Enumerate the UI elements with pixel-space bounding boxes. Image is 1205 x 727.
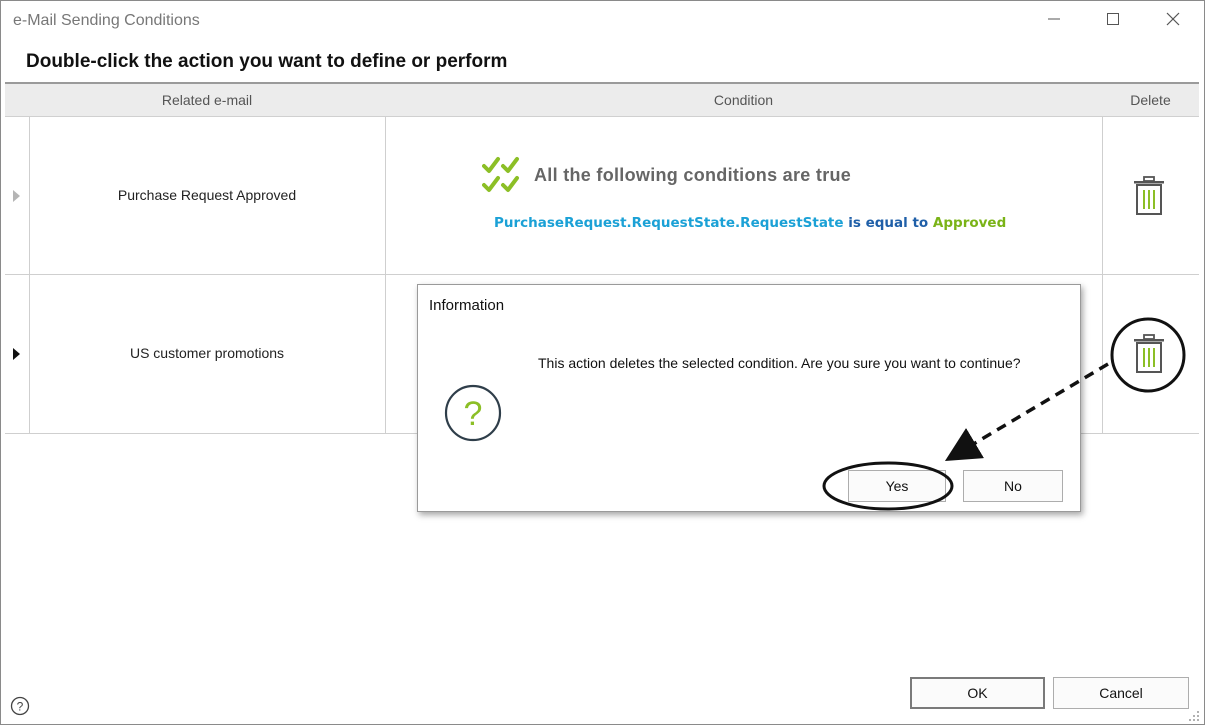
- dialog-message: This action deletes the selected conditi…: [538, 355, 1021, 371]
- double-check-icon: [482, 156, 522, 201]
- maximize-icon: [1106, 12, 1120, 31]
- row-selector[interactable]: [5, 117, 29, 274]
- trash-icon: [1131, 334, 1167, 379]
- ok-button[interactable]: OK: [910, 677, 1045, 709]
- cancel-button[interactable]: Cancel: [1053, 677, 1189, 709]
- email-sending-conditions-window: e-Mail Sending Conditions Double-click t…: [0, 0, 1205, 725]
- title-bar: e-Mail Sending Conditions: [1, 1, 1204, 41]
- delete-button[interactable]: [1131, 175, 1167, 217]
- column-header-related-email[interactable]: Related e-mail: [29, 92, 385, 108]
- minimize-button[interactable]: [1034, 7, 1074, 35]
- condition-expression[interactable]: PurchaseRequest.RequestState.RequestStat…: [494, 215, 1006, 231]
- minimize-icon: [1047, 12, 1061, 31]
- row-indicator-icon: [13, 189, 21, 207]
- trash-icon: [1131, 176, 1167, 221]
- help-button[interactable]: ?: [10, 696, 30, 716]
- window-title: e-Mail Sending Conditions: [13, 12, 200, 29]
- related-email-cell: US customer promotions: [129, 345, 285, 361]
- condition-header: All the following conditions are true: [534, 165, 852, 185]
- dialog-title: Information: [429, 297, 505, 314]
- row-indicator-icon: [13, 347, 21, 365]
- column-header-delete[interactable]: Delete: [1102, 92, 1199, 108]
- delete-button[interactable]: [1131, 333, 1167, 375]
- table-row[interactable]: Purchase Request Approved: [5, 117, 1199, 275]
- yes-button[interactable]: Yes: [848, 470, 946, 502]
- question-icon: ?: [443, 383, 503, 448]
- information-dialog: Information This action deletes the sele…: [417, 284, 1081, 512]
- condition-operator[interactable]: is equal to: [848, 215, 928, 231]
- no-button[interactable]: No: [963, 470, 1063, 502]
- svg-text:?: ?: [464, 395, 483, 433]
- maximize-button[interactable]: [1093, 7, 1133, 35]
- svg-text:?: ?: [17, 700, 24, 714]
- column-header-condition[interactable]: Condition: [385, 92, 1102, 108]
- page-heading: Double-click the action you want to defi…: [26, 51, 508, 72]
- help-icon: ?: [10, 696, 30, 720]
- condition-field[interactable]: PurchaseRequest.RequestState.RequestStat…: [494, 215, 844, 231]
- row-selector[interactable]: [5, 274, 29, 433]
- related-email-cell: Purchase Request Approved: [117, 187, 297, 203]
- close-icon: [1166, 12, 1180, 31]
- condition-value[interactable]: Approved: [933, 215, 1006, 231]
- close-button[interactable]: [1153, 7, 1193, 35]
- resize-grip-icon[interactable]: [1188, 709, 1200, 727]
